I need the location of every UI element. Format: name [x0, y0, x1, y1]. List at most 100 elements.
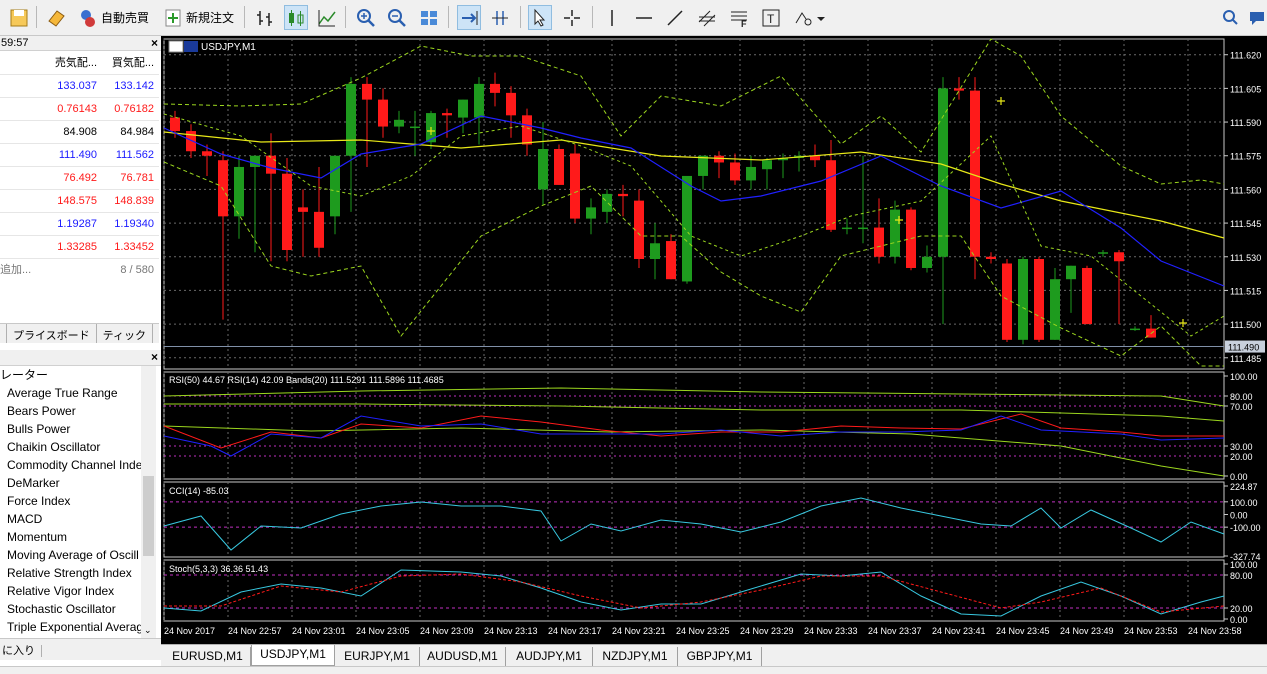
bid-col-header[interactable]: 売気配... — [45, 51, 102, 75]
navigator-item[interactable]: Average True Range — [0, 384, 156, 402]
navigator-item[interactable]: Relative Vigor Index — [0, 582, 156, 600]
crosshair-icon[interactable] — [561, 5, 583, 30]
market-watch-table: 売気配... 買気配... 133.037 133.142 0.76143 0.761… — [0, 51, 159, 259]
line-chart-icon[interactable] — [316, 5, 338, 30]
navigator-scrollbar[interactable]: ⌄ — [141, 366, 156, 638]
symbol-cell[interactable] — [0, 74, 45, 98]
price-label: 111.575 — [1230, 152, 1261, 162]
table-row[interactable]: 0.76143 0.76182 — [0, 97, 159, 121]
chart-tab[interactable]: AUDUSD,M1 — [420, 647, 506, 666]
table-row[interactable]: 111.490 111.562 — [0, 143, 159, 167]
symbol-cell[interactable] — [0, 212, 45, 236]
ask-cell: 76.781 — [102, 166, 159, 190]
bar-chart-icon[interactable] — [254, 5, 276, 30]
tab-tick[interactable]: ティック — [97, 324, 154, 343]
table-row[interactable]: 1.33285 1.33452 — [0, 235, 159, 259]
chart-shift-icon[interactable] — [489, 5, 511, 30]
navigator-item[interactable]: Relative Strength Index — [0, 564, 156, 582]
bid-cell: 111.490 — [45, 143, 102, 167]
tab-price-board[interactable]: プライスボード — [7, 324, 97, 343]
candle-body — [1002, 263, 1012, 340]
candle-body — [682, 175, 692, 282]
table-row[interactable]: 133.037 133.142 — [0, 74, 159, 98]
symbol-cell[interactable] — [0, 143, 45, 167]
candle-body — [506, 92, 516, 116]
level-label: 70.00 — [1230, 402, 1253, 412]
level-label: 30.00 — [1230, 442, 1253, 452]
table-row[interactable]: 1.19287 1.19340 — [0, 212, 159, 236]
new-order-button[interactable]: 新規注文 — [163, 5, 234, 30]
bid-cell: 76.492 — [45, 166, 102, 190]
candle-body — [1130, 328, 1140, 331]
navigator-item[interactable]: Bears Power — [0, 402, 156, 420]
symbol-cell[interactable] — [0, 166, 45, 190]
symbol-cell[interactable] — [0, 189, 45, 213]
shapes-menu-icon[interactable] — [792, 5, 826, 30]
ask-col-header[interactable]: 買気配... — [102, 51, 159, 75]
cursor-icon[interactable] — [528, 5, 552, 30]
navigator-item[interactable]: Momentum — [0, 528, 156, 546]
add-symbol-link[interactable]: 追加... — [0, 259, 31, 281]
time-label: 24 Nov 22:57 — [228, 626, 282, 636]
navigator-item[interactable]: MACD — [0, 510, 156, 528]
candle-body — [314, 211, 324, 248]
zoom-in-icon[interactable] — [355, 5, 377, 30]
chevron-down-icon[interactable]: ⌄ — [144, 625, 152, 636]
navigator-item[interactable]: Commodity Channel Inde — [0, 456, 156, 474]
trendline-icon[interactable] — [664, 5, 686, 30]
chart-tab[interactable]: NZDJPY,M1 — [593, 647, 678, 666]
level-label: 80.00 — [1230, 571, 1253, 581]
horizontal-line-icon[interactable] — [633, 5, 655, 30]
cci-line — [163, 497, 1225, 551]
level-label: 100.00 — [1230, 498, 1258, 508]
navigator-item[interactable]: Chaikin Oscillator — [0, 438, 156, 456]
navigator-item[interactable]: Stochastic Oscillator — [0, 600, 156, 618]
navigator-item[interactable]: Bulls Power — [0, 420, 156, 438]
symbol-cell[interactable] — [0, 97, 45, 121]
auto-scroll-icon[interactable] — [457, 5, 481, 30]
table-row[interactable]: 84.908 84.984 — [0, 120, 159, 144]
candle-body — [826, 160, 836, 230]
zoom-out-icon[interactable] — [386, 5, 408, 30]
candle-body — [362, 83, 372, 100]
tab-favorites[interactable]: に入り — [2, 645, 35, 657]
chart-window[interactable]: 111.620 111.605 111.590 111.575 111.560 111.5… — [161, 36, 1267, 644]
chart-tab[interactable]: AUDJPY,M1 — [506, 647, 593, 666]
toolbar-separator — [244, 6, 245, 28]
vertical-line-icon[interactable] — [601, 5, 623, 30]
close-icon[interactable]: × — [151, 350, 158, 364]
auto-trade-button[interactable]: 自動売買 — [78, 5, 149, 30]
candle-body — [1034, 259, 1044, 340]
candle-body — [1098, 252, 1108, 254]
navigator-item[interactable]: Force Index — [0, 492, 156, 510]
table-row[interactable]: 76.492 76.781 — [0, 166, 159, 190]
symbol-cell[interactable] — [0, 235, 45, 259]
chart-tab[interactable]: EURUSD,M1 — [165, 647, 251, 666]
chart-tab[interactable]: GBPJPY,M1 — [678, 647, 762, 666]
candle-chart-icon[interactable] — [284, 5, 308, 30]
navigator-item[interactable]: Triple Exponential Averag — [0, 618, 156, 636]
chat-icon[interactable] — [1248, 5, 1266, 30]
scrollbar-thumb[interactable] — [143, 476, 154, 556]
candles-group — [170, 72, 1156, 345]
experts-icon[interactable] — [45, 5, 67, 30]
text-tool-icon[interactable]: T — [760, 5, 782, 30]
tile-windows-icon[interactable] — [418, 5, 440, 30]
navigator-category[interactable]: レーター — [0, 366, 156, 384]
navigator-item[interactable]: Moving Average of Oscill — [0, 546, 156, 564]
symbol-cell[interactable] — [0, 120, 45, 144]
save-icon[interactable] — [8, 5, 30, 30]
tab-symbols[interactable] — [0, 324, 7, 343]
price-marker — [1179, 319, 1187, 327]
chart-canvas[interactable]: 111.620 111.605 111.590 111.575 111.560 111.5… — [161, 36, 1267, 644]
chart-tab[interactable]: EURJPY,M1 — [335, 647, 420, 666]
close-icon[interactable]: × — [151, 36, 158, 51]
price-label: 111.515 — [1230, 286, 1261, 296]
table-row[interactable]: 148.575 148.839 — [0, 189, 159, 213]
fibonacci-icon[interactable]: F — [728, 5, 750, 30]
navigator-item[interactable]: DeMarker — [0, 474, 156, 492]
search-icon[interactable] — [1222, 5, 1240, 30]
market-watch-time: 59:57 — [1, 37, 29, 49]
chart-tab[interactable]: USDJPY,M1 — [251, 645, 335, 666]
channel-icon[interactable] — [696, 5, 718, 30]
